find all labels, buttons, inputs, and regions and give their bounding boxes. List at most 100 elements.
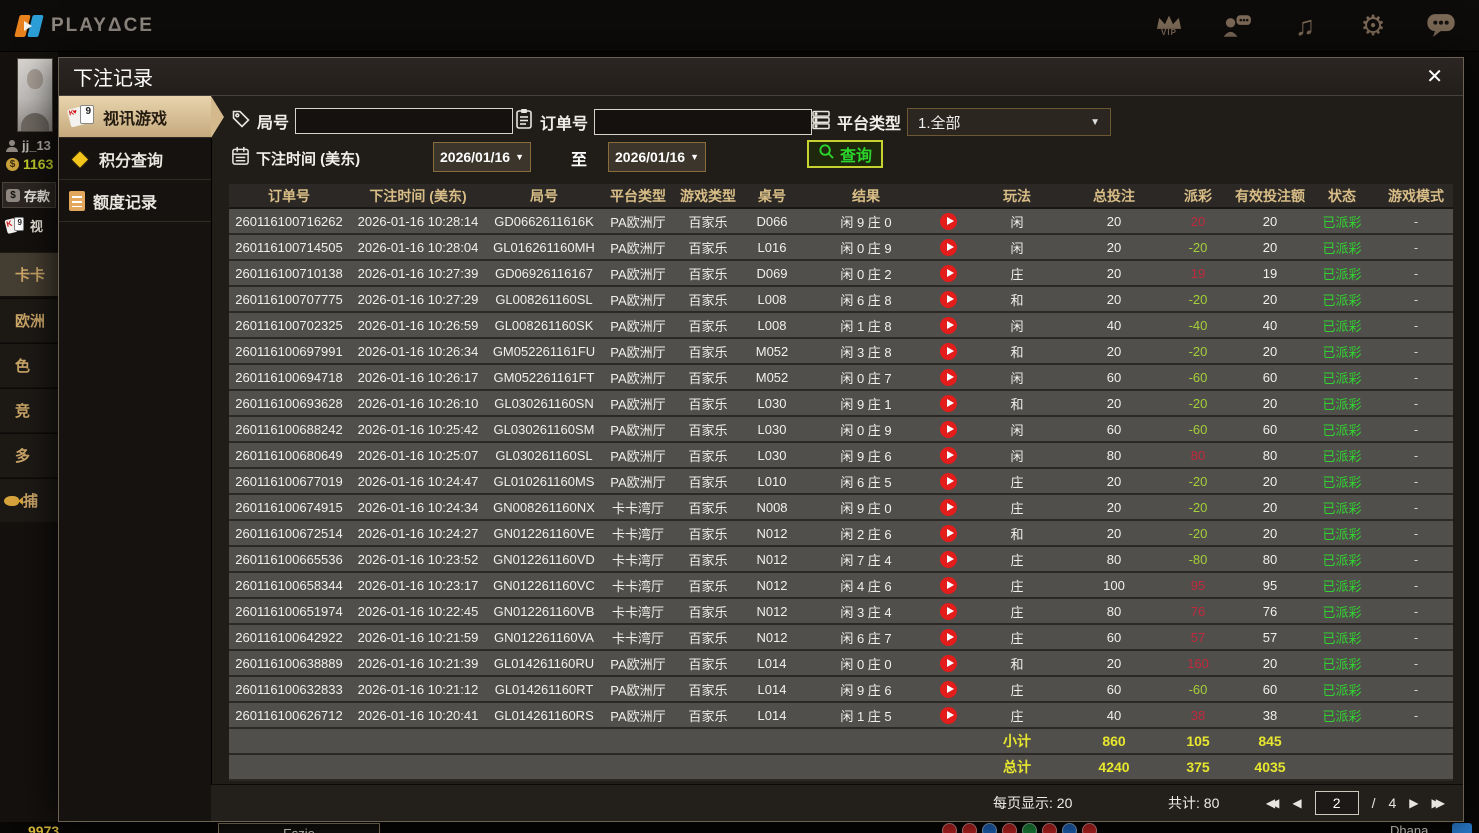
cell-time: 2026-01-16 10:26:34	[357, 343, 479, 359]
subtotal-row: 小计 860 105 845	[229, 729, 1453, 755]
search-button[interactable]: 查询	[807, 140, 884, 168]
replay-button[interactable]	[939, 524, 957, 542]
cell-payout: -60	[1188, 681, 1208, 697]
playace-logo[interactable]: PLAYΔCE	[14, 13, 154, 39]
customer-service-icon[interactable]	[1221, 9, 1253, 43]
cell-valid: 20	[1262, 499, 1278, 515]
tab-quota-records[interactable]: 额度记录	[59, 180, 211, 222]
replay-button[interactable]	[939, 706, 957, 724]
cell-order: 260116100710138	[235, 265, 343, 281]
bg-menu-2[interactable]: 欧洲	[0, 298, 58, 342]
replay-button[interactable]	[939, 654, 957, 672]
table-row: 260116100702325 2026-01-16 10:26:59 GL0082…	[229, 313, 1453, 339]
bg-avatar[interactable]	[17, 58, 53, 132]
cell-game: 百家乐	[688, 422, 728, 438]
date-from-picker[interactable]: 2026/01/16	[433, 142, 531, 172]
bg-menu-6[interactable]: 捕	[0, 478, 58, 522]
replay-button[interactable]	[939, 680, 957, 698]
cell-total: 20	[1106, 239, 1122, 255]
header-cell: 游戏模式	[1388, 187, 1444, 204]
cell-round: GL030261160SN	[494, 395, 594, 411]
bets-table: 订单号 下注时间 (美东) 局号 平台类型 游戏类型 桌号 结果 玩法 总投注 派彩 有效投注额 状态…	[229, 184, 1453, 781]
replay-button[interactable]	[939, 316, 957, 334]
replay-button[interactable]	[939, 576, 957, 594]
replay-button[interactable]	[939, 498, 957, 516]
prev-page-button[interactable]	[1292, 797, 1301, 809]
cell-total: 60	[1106, 629, 1122, 645]
cell-order: 260116100688242	[235, 421, 343, 437]
round-label: 局号	[257, 115, 290, 132]
cell-total: 20	[1106, 213, 1122, 229]
platform-select[interactable]: 1.全部	[907, 108, 1112, 136]
next-page-button[interactable]	[1409, 797, 1418, 809]
close-icon[interactable]: ✕	[1420, 67, 1449, 87]
cell-result: 闲 0 庄 9	[840, 240, 892, 256]
replay-button[interactable]	[939, 212, 957, 230]
replay-button[interactable]	[939, 238, 957, 256]
cell-game: 百家乐	[688, 344, 728, 360]
cell-total: 60	[1106, 369, 1122, 385]
cell-total: 20	[1106, 343, 1122, 359]
cell-time: 2026-01-16 10:21:12	[357, 681, 479, 697]
cell-play	[929, 368, 967, 386]
cell-play	[929, 316, 967, 334]
cell-bet_on: 闲	[1010, 370, 1024, 386]
date-to-picker[interactable]: 2026/01/16	[608, 142, 706, 172]
cell-game: 百家乐	[688, 578, 728, 594]
cell-bet_on: 庄	[1010, 552, 1024, 568]
page-input[interactable]: 2	[1314, 791, 1359, 815]
round-input[interactable]	[295, 108, 514, 134]
cell-bet_on: 庄	[1010, 708, 1024, 724]
tab-video-games[interactable]: 视讯游戏	[59, 96, 224, 138]
cell-table: N012	[756, 629, 788, 645]
replay-button[interactable]	[939, 290, 957, 308]
cell-payout: 160	[1187, 655, 1209, 671]
table-row: 260116100665536 2026-01-16 10:23:52 GN0122…	[229, 547, 1453, 573]
bg-balance[interactable]: 1163	[6, 156, 53, 172]
replay-button[interactable]	[939, 368, 957, 386]
cell-payout: 76	[1190, 603, 1206, 619]
vip-crown-icon[interactable]: VIP	[1153, 9, 1185, 43]
bg-menu-3[interactable]: 色	[0, 343, 58, 387]
cell-bet_on: 和	[1010, 292, 1024, 308]
replay-button[interactable]	[939, 602, 957, 620]
order-input[interactable]	[594, 108, 813, 135]
music-icon[interactable]	[1289, 9, 1321, 43]
replay-button[interactable]	[939, 550, 957, 568]
bg-menu-4[interactable]: 竞	[0, 388, 58, 432]
bg-video[interactable]: 视	[6, 216, 43, 235]
chat-icon[interactable]	[1425, 9, 1457, 43]
replay-button[interactable]	[939, 472, 957, 490]
last-page-button[interactable]	[1432, 797, 1445, 809]
bg-bottom-player-left: Eszie	[218, 823, 380, 833]
bg-menu-1[interactable]: 卡卡	[0, 252, 58, 296]
header-cell: 下注时间 (美东)	[369, 187, 467, 204]
roadmap-bead	[1082, 823, 1097, 833]
replay-button[interactable]	[939, 264, 957, 282]
replay-button[interactable]	[939, 394, 957, 412]
cell-bet_on: 庄	[1010, 474, 1024, 490]
bg-menu-5[interactable]: 多	[0, 433, 58, 477]
date-from-value: 2026/01/16	[440, 149, 511, 165]
logo-text: PLAYΔCE	[51, 14, 154, 36]
cell-table: L030	[757, 447, 787, 463]
cell-time: 2026-01-16 10:24:27	[357, 525, 479, 541]
replay-button[interactable]	[939, 628, 957, 646]
replay-button[interactable]	[939, 342, 957, 360]
cell-round: GN012261160VD	[493, 551, 595, 567]
sum-cell-bet_on: 总计	[1003, 759, 1031, 775]
replay-button[interactable]	[939, 420, 957, 438]
cell-hall: 卡卡湾厅	[611, 604, 664, 620]
settings-icon[interactable]	[1357, 9, 1389, 43]
tab-points-query[interactable]: 积分查询	[59, 138, 211, 180]
bg-deposit[interactable]: 存款	[2, 182, 56, 208]
cell-order: 260116100697991	[235, 343, 343, 359]
bg-roadmap-beads	[942, 823, 1097, 833]
replay-button[interactable]	[939, 446, 957, 464]
cell-result: 闲 0 庄 2	[840, 266, 892, 282]
cell-mode: -	[1413, 317, 1419, 333]
cell-valid: 76	[1262, 603, 1278, 619]
bg-username[interactable]: jj_13	[6, 138, 51, 153]
cell-result: 闲 7 庄 4	[840, 552, 892, 568]
first-page-button[interactable]	[1266, 797, 1279, 809]
